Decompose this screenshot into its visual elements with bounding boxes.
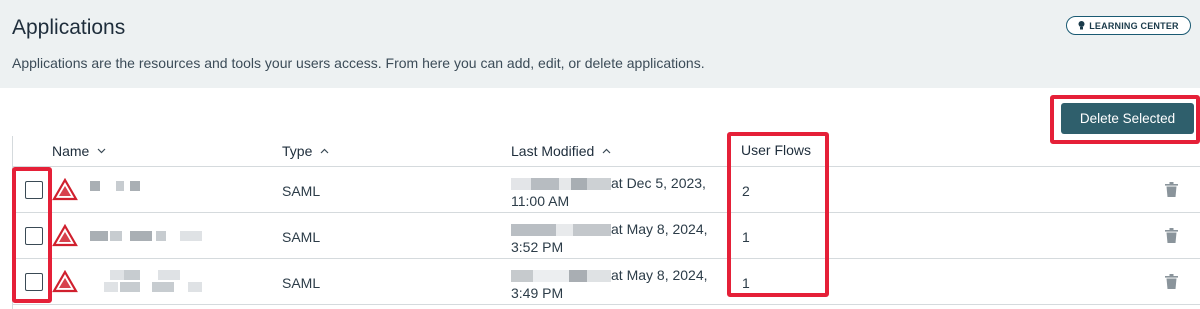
column-header-user-flows: User Flows: [741, 142, 812, 158]
applications-table: Name Type Last Modified User Flows SAML …: [12, 136, 1200, 309]
redacted-name: [104, 282, 118, 292]
table-row[interactable]: SAML at Dec 5, 2023, 11:00 AM 2: [12, 167, 1200, 213]
type-cell: SAML: [282, 275, 321, 291]
table-row[interactable]: SAML at May 8, 2024, 3:52 PM 1: [12, 213, 1200, 259]
table-row[interactable]: SAML at May 8, 2024, 3:49 PM 1: [12, 259, 1200, 305]
column-header-type[interactable]: Type: [282, 143, 329, 159]
redacted-name: [130, 231, 152, 241]
page-title: Applications: [12, 16, 126, 39]
redacted-name: [180, 231, 202, 241]
redacted-name: [158, 270, 180, 280]
redacted-user: [511, 224, 611, 237]
app-logo-icon: [52, 224, 78, 247]
app-logo-icon: [52, 270, 78, 293]
chevron-down-icon: [97, 148, 106, 154]
redacted-user: [511, 178, 611, 191]
redacted-user: [511, 270, 611, 283]
trash-icon[interactable]: [1165, 274, 1178, 289]
user-flows-cell: 1: [742, 229, 750, 245]
learning-center-label: LEARNING CENTER: [1089, 20, 1179, 31]
lightbulb-icon: [1078, 21, 1085, 30]
redacted-name: [90, 181, 100, 191]
redacted-name: [152, 282, 174, 292]
redacted-name: [156, 231, 166, 241]
redacted-name: [120, 282, 140, 292]
row-checkbox[interactable]: [25, 273, 43, 291]
trash-icon[interactable]: [1165, 228, 1178, 243]
column-header-last-modified[interactable]: Last Modified: [511, 143, 611, 159]
column-header-name[interactable]: Name: [52, 143, 106, 159]
last-modified-cell: at May 8, 2024, 3:49 PM: [511, 267, 708, 301]
user-flows-cell: 2: [742, 183, 750, 199]
redacted-name: [124, 270, 140, 280]
learning-center-button[interactable]: LEARNING CENTER: [1066, 16, 1191, 35]
redacted-name: [130, 181, 140, 191]
delete-selected-button[interactable]: Delete Selected: [1061, 103, 1194, 134]
row-checkbox[interactable]: [25, 227, 43, 245]
redacted-name: [110, 270, 124, 280]
table-header-row: Name Type Last Modified User Flows: [12, 136, 1200, 167]
last-modified-cell: at May 8, 2024, 3:52 PM: [511, 221, 708, 255]
redacted-name: [188, 282, 202, 292]
chevron-up-icon: [602, 148, 611, 154]
type-cell: SAML: [282, 183, 321, 199]
page-description: Applications are the resources and tools…: [12, 55, 705, 71]
redacted-name: [116, 181, 124, 191]
page-header: Applications Applications are the resour…: [0, 0, 1200, 88]
trash-icon[interactable]: [1165, 182, 1178, 197]
type-cell: SAML: [282, 229, 321, 245]
user-flows-cell: 1: [742, 275, 750, 291]
redacted-name: [90, 231, 108, 241]
chevron-up-icon: [320, 148, 329, 154]
app-logo-icon: [52, 178, 78, 201]
last-modified-cell: at Dec 5, 2023, 11:00 AM: [511, 175, 706, 209]
row-checkbox[interactable]: [25, 181, 43, 199]
redacted-name: [110, 231, 122, 241]
